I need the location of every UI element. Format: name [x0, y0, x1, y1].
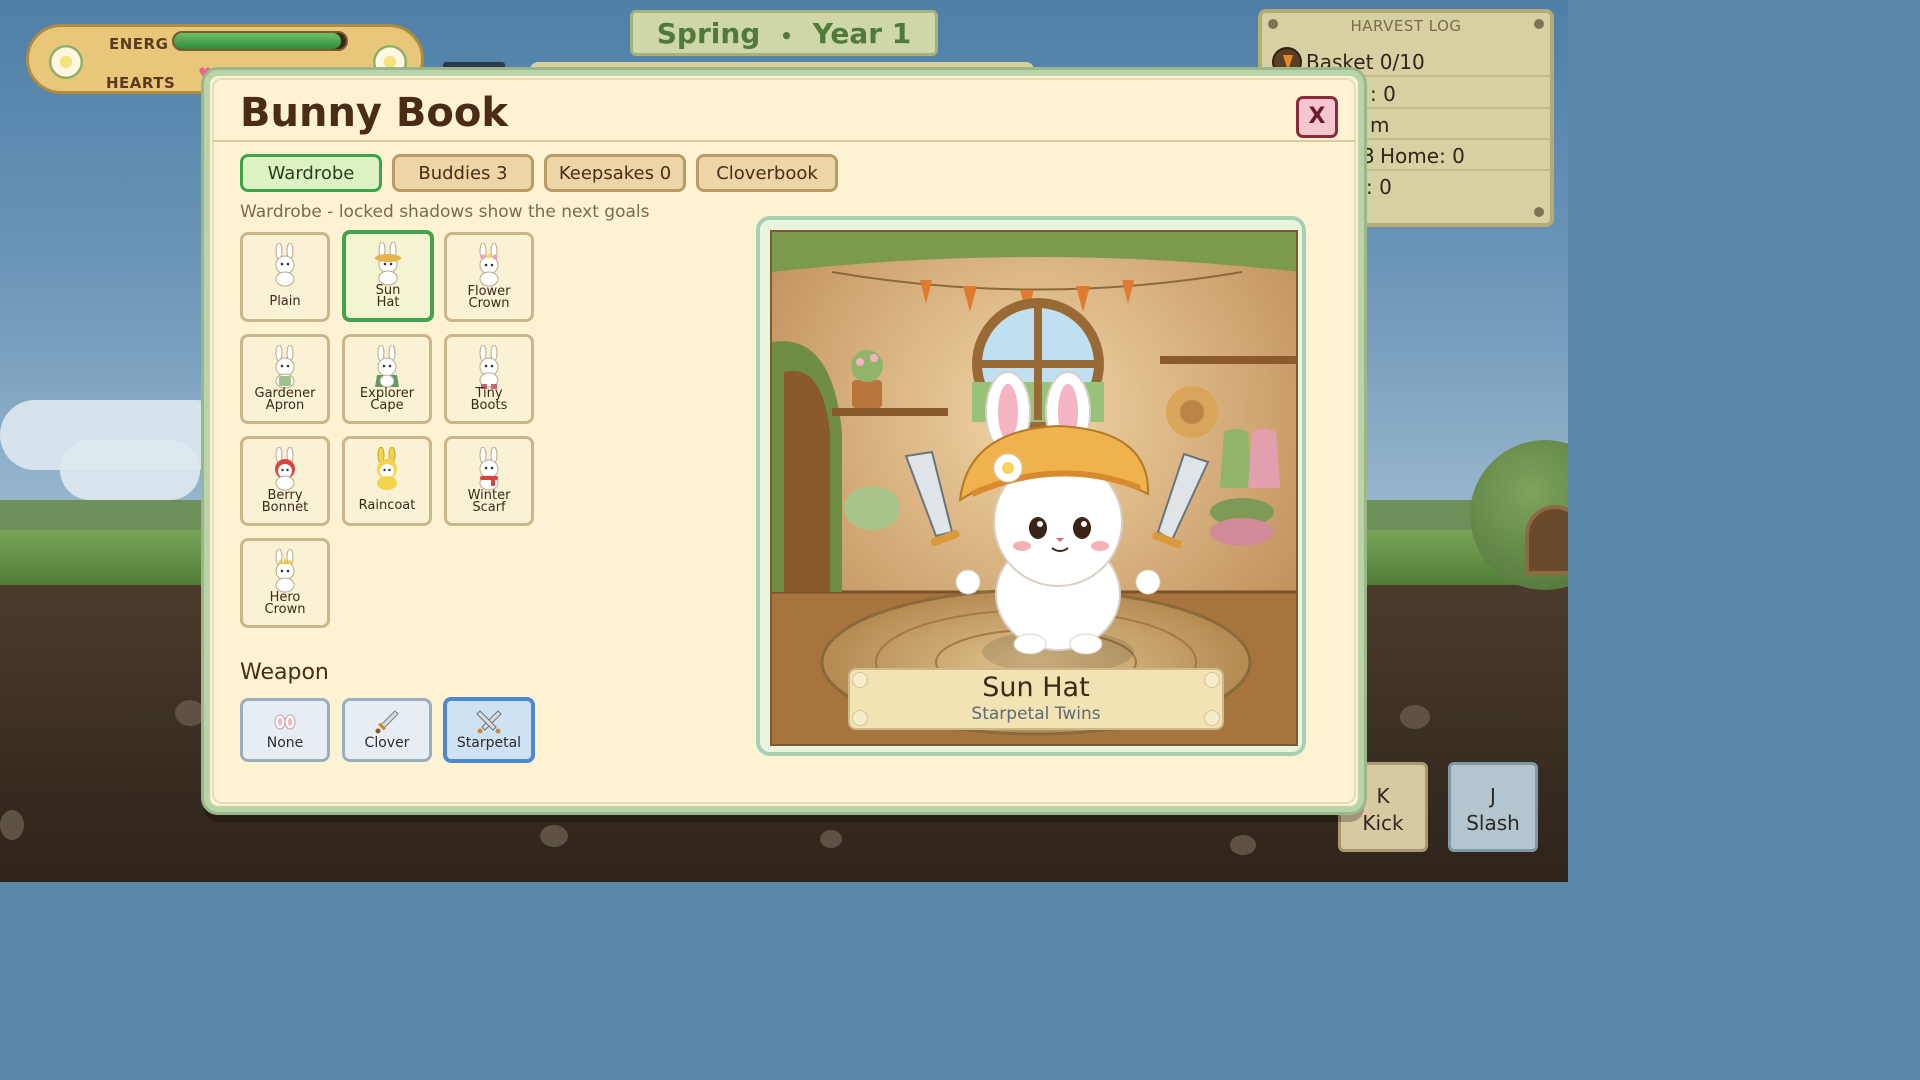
rock [820, 830, 842, 848]
year-label: Year 1 [812, 17, 912, 50]
outfit-hero-crown[interactable]: Hero Crown [240, 538, 330, 628]
tab-wardrobe[interactable]: Wardrobe [240, 154, 382, 192]
bunny-explorer-cape-icon [375, 345, 399, 388]
outfit-winter-scarf[interactable]: Winter Scarf [444, 436, 534, 526]
burrow-door [1525, 505, 1568, 575]
outfit-label-line2: Scarf [472, 500, 506, 515]
outfit-explorer-cape[interactable]: Explorer Cape [342, 334, 432, 424]
harvest-log-title: HARVEST LOG [1350, 17, 1462, 35]
rock [175, 700, 205, 726]
weapon-none[interactable]: None [240, 698, 330, 762]
cloud [60, 440, 200, 500]
outfit-label: Explorer Cape [347, 387, 427, 413]
outfit-label-line2: Cape [370, 398, 404, 413]
harvest-value: : 0 [1366, 175, 1392, 199]
outfit-label-line2: Bonnet [261, 500, 309, 515]
bunny-raincoat-icon [377, 447, 397, 490]
energy-bar-fill [174, 33, 341, 49]
slash-label: Slash [1466, 811, 1520, 835]
preview-weapon-name: Starpetal Twins [971, 704, 1101, 724]
season-name: Spring [656, 17, 761, 50]
weapon-starpetal[interactable]: Starpetal [443, 697, 535, 763]
rivet [1534, 207, 1544, 217]
bunny-flower-crown-icon [479, 243, 499, 287]
rock [1400, 705, 1430, 729]
season-separator: • [780, 24, 793, 48]
outfit-label-line2: Hat [376, 295, 400, 310]
rock [540, 825, 568, 847]
sword-icon [375, 710, 399, 734]
bunny-gardener-apron-icon [275, 345, 295, 389]
harvest-value: m [1370, 113, 1390, 137]
bunny-outfit-icon [275, 243, 295, 287]
season-banner: Spring • Year 1 [630, 10, 938, 56]
weapon-clover[interactable]: Clover [342, 698, 432, 762]
outfit-label: Winter Scarf [449, 489, 529, 515]
character-preview-frame: Sun Hat Starpetal Twins [756, 216, 1306, 756]
close-button[interactable]: X [1296, 96, 1338, 138]
outfit-raincoat[interactable]: Raincoat [342, 436, 432, 526]
weapon-label: Clover [364, 735, 410, 751]
tab-keepsakes[interactable]: Keepsakes 0 [544, 154, 686, 192]
rock [0, 810, 24, 840]
crossed-swords-icon [476, 710, 502, 734]
energy-label: ENERG [109, 35, 169, 53]
outfit-label-line1: Raincoat [358, 498, 416, 513]
outfit-label: Gardener Apron [245, 387, 325, 413]
modal-title: Bunny Book [240, 90, 508, 136]
wardrobe-hint: Wardrobe - locked shadows show the next … [240, 202, 650, 222]
slash-key: J [1490, 784, 1496, 808]
bunny-berry-bonnet-icon [275, 447, 295, 491]
bunny-winter-scarf-icon [479, 447, 499, 491]
title-divider [212, 140, 1356, 142]
tab-cloverbook[interactable]: Cloverbook [696, 154, 838, 192]
bunny-sun-hat-icon [375, 242, 401, 286]
outfit-label-line2: Crown [264, 602, 306, 617]
outfit-label-line2: Crown [468, 296, 510, 311]
outfit-berry-bonnet[interactable]: Berry Bonnet [240, 436, 330, 526]
tab-buddies[interactable]: Buddies 3 [392, 154, 534, 192]
outfit-sun-hat[interactable]: Sun Hat [342, 230, 434, 322]
outfit-flower-crown[interactable]: Flower Crown [444, 232, 534, 322]
hearts-label: HEARTS [106, 74, 176, 92]
outfit-label-line1: Plain [269, 294, 301, 309]
energy-bar [172, 31, 348, 51]
outfit-label: Raincoat [347, 498, 427, 513]
bunny-tiny-boots-icon [479, 345, 499, 389]
outfit-tiny-boots[interactable]: Tiny Boots [444, 334, 534, 424]
outfit-plain[interactable]: Plain [240, 232, 330, 322]
flower-decoration-icon [49, 45, 83, 79]
outfit-label: Hero Crown [245, 591, 325, 617]
preview-nameplate: Sun Hat Starpetal Twins [848, 668, 1224, 730]
bunny-book-modal: Bunny Book X Wardrobe Buddies 3 Keepsake… [204, 70, 1364, 812]
outfit-label: Flower Crown [449, 285, 529, 311]
outfit-label: Tiny Boots [449, 387, 529, 413]
bunny-paws-icon [274, 714, 296, 730]
weapon-label: None [266, 735, 304, 751]
outfit-label: Plain [245, 294, 325, 309]
kick-label: Kick [1362, 811, 1404, 835]
character-preview: Sun Hat Starpetal Twins [770, 230, 1298, 746]
bunny-hero-crown-icon [275, 549, 295, 593]
weapon-heading: Weapon [240, 660, 329, 685]
preview-outfit-name: Sun Hat [982, 672, 1090, 703]
outfit-gardener-apron[interactable]: Gardener Apron [240, 334, 330, 424]
slash-button[interactable]: J Slash [1448, 762, 1538, 852]
outfit-label-line2: Apron [265, 398, 305, 413]
outfit-label-line2: Boots [470, 398, 508, 413]
rock [1230, 835, 1256, 855]
outfit-label: Berry Bonnet [245, 489, 325, 515]
harvest-value: : 0 [1370, 82, 1396, 106]
outfit-label: Sun Hat [348, 284, 428, 310]
home-count: Home: 0 [1380, 144, 1465, 168]
weapon-label: Starpetal [456, 735, 522, 751]
